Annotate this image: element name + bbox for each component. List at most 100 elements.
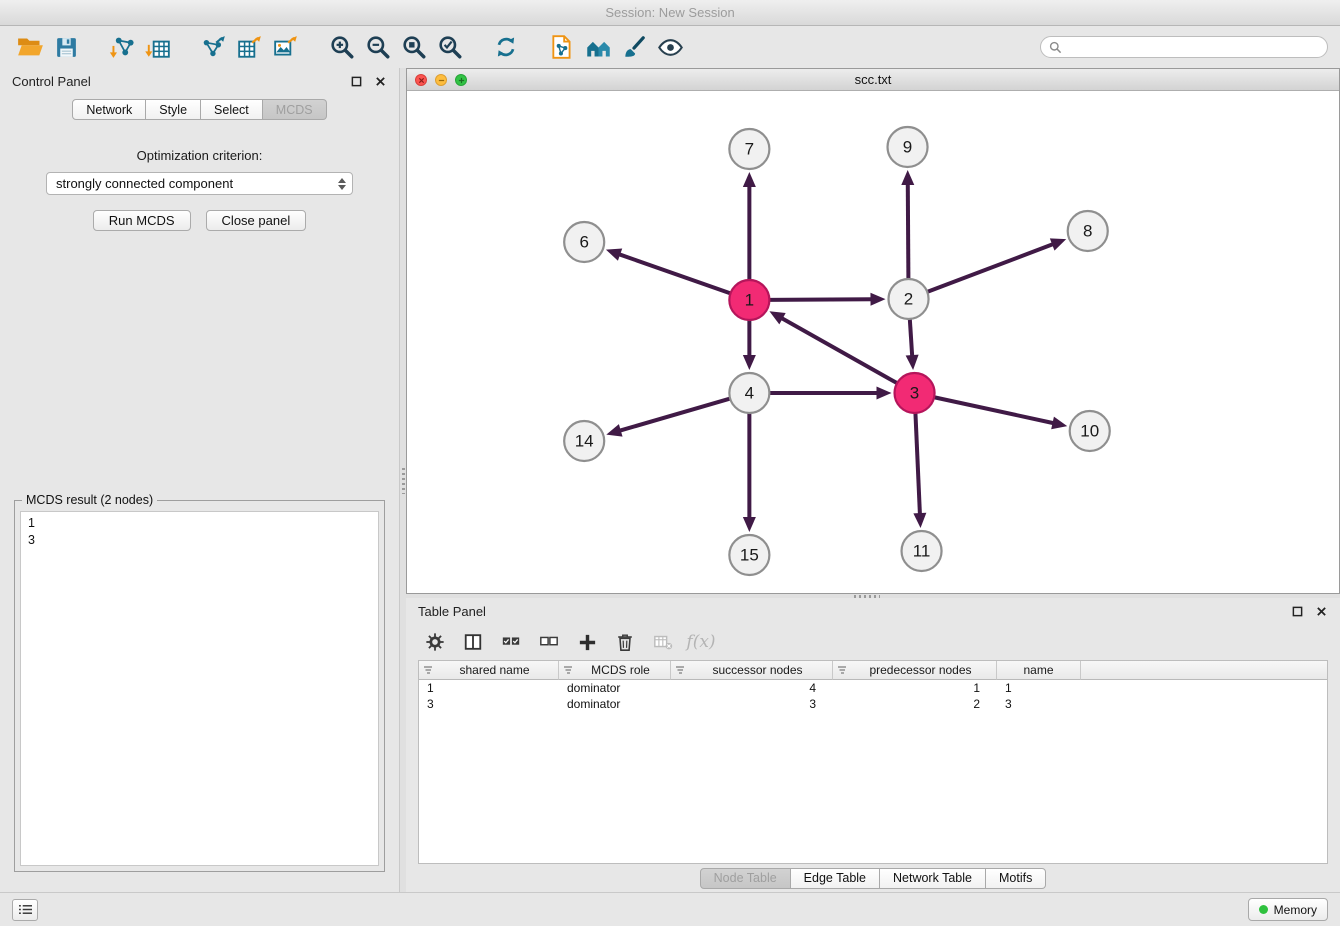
edge-arrowhead	[743, 355, 756, 370]
column-visibility-button[interactable]	[458, 627, 488, 657]
graph-node-14[interactable]: 14	[564, 421, 604, 461]
export-image-button[interactable]	[268, 29, 304, 65]
delete-table-button[interactable]	[648, 627, 678, 657]
close-window-button[interactable]	[415, 74, 427, 86]
node-label: 8	[1083, 222, 1092, 241]
graph-node-3[interactable]: 3	[895, 373, 935, 413]
graph-edge-1-2[interactable]	[769, 299, 872, 300]
refresh-view-button[interactable]	[488, 29, 524, 65]
tab-label: Node Table	[714, 871, 777, 885]
search-input[interactable]	[1067, 40, 1319, 54]
column-header-predecessor-nodes[interactable]: predecessor nodes	[833, 661, 997, 680]
mcds-panel-body: Optimization criterion: strongly connect…	[0, 122, 399, 892]
zoom-selected-button[interactable]	[432, 29, 468, 65]
deselect-all-button[interactable]	[534, 627, 564, 657]
open-session-button[interactable]	[12, 29, 48, 65]
import-table-button[interactable]	[140, 29, 176, 65]
graph-edge-3-10[interactable]	[934, 397, 1054, 423]
save-session-button[interactable]	[48, 29, 84, 65]
table-row[interactable]: 1 dominator 4 1 1	[419, 680, 1327, 696]
paintbrush-icon	[621, 34, 647, 60]
node-label: 14	[575, 432, 594, 451]
select-all-button[interactable]	[496, 627, 526, 657]
zoom-in-button[interactable]	[324, 29, 360, 65]
function-builder-button[interactable]: f(x)	[686, 627, 716, 657]
column-header-name[interactable]: name	[997, 661, 1081, 680]
graph-node-11[interactable]: 11	[902, 531, 942, 571]
first-neighbors-button[interactable]	[580, 29, 616, 65]
graph-edge-2-8[interactable]	[927, 244, 1054, 292]
plus-icon	[577, 632, 598, 653]
graph-edge-3-11[interactable]	[915, 413, 920, 515]
add-column-button[interactable]	[572, 627, 602, 657]
cell-name: 1	[997, 680, 1081, 696]
mcds-result-list[interactable]: 1 3	[20, 511, 379, 866]
task-history-button[interactable]	[12, 899, 38, 921]
show-hide-button[interactable]	[652, 29, 688, 65]
graph-edge-1-6[interactable]	[618, 254, 730, 293]
network-from-selection-button[interactable]	[544, 29, 580, 65]
import-network-button[interactable]	[104, 29, 140, 65]
close-panel-pushbutton[interactable]: Close panel	[206, 210, 307, 231]
column-header-shared-name[interactable]: shared name	[419, 661, 559, 680]
graph-node-10[interactable]: 10	[1070, 411, 1110, 451]
node-label: 2	[904, 290, 913, 309]
tab-node-table[interactable]: Node Table	[700, 868, 791, 889]
graph-node-7[interactable]: 7	[729, 129, 769, 169]
cell-mcds-role: dominator	[559, 680, 671, 696]
tab-network-table[interactable]: Network Table	[880, 868, 986, 889]
minimize-window-button[interactable]	[435, 74, 447, 86]
column-header-mcds-role[interactable]: MCDS role	[559, 661, 671, 680]
network-view-window: scc.txt 7968124314101511	[406, 68, 1340, 594]
search-icon	[1049, 41, 1062, 54]
close-table-panel-button[interactable]	[1314, 604, 1328, 618]
column-label: MCDS role	[591, 663, 650, 677]
mcds-result-groupbox: MCDS result (2 nodes) 1 3	[14, 500, 385, 872]
graph-node-6[interactable]: 6	[564, 222, 604, 262]
zoom-fit-button[interactable]	[396, 29, 432, 65]
float-panel-button[interactable]	[349, 74, 363, 88]
criterion-dropdown[interactable]: strongly connected component	[46, 172, 353, 195]
tab-mcds[interactable]: MCDS	[263, 99, 327, 120]
cell-successor-nodes: 4	[671, 680, 833, 696]
network-canvas[interactable]: 7 9 6 8 1 2 4 3 14 10 15 11	[407, 91, 1339, 593]
tab-style[interactable]: Style	[146, 99, 201, 120]
maximize-window-button[interactable]	[455, 74, 467, 86]
graph-node-4[interactable]: 4	[729, 373, 769, 413]
run-mcds-button[interactable]: Run MCDS	[93, 210, 191, 231]
export-network-button[interactable]	[196, 29, 232, 65]
tab-motifs[interactable]: Motifs	[986, 868, 1046, 889]
edge-arrowhead	[913, 513, 926, 528]
tab-edge-table[interactable]: Edge Table	[791, 868, 880, 889]
float-table-panel-button[interactable]	[1290, 604, 1304, 618]
memory-button[interactable]: Memory	[1248, 898, 1328, 921]
tab-label: MCDS	[276, 103, 313, 117]
apply-style-button[interactable]	[616, 29, 652, 65]
vertical-splitter[interactable]	[400, 68, 406, 892]
horizontal-splitter[interactable]	[406, 594, 1340, 598]
edge-arrowhead	[901, 170, 914, 185]
tab-select[interactable]: Select	[201, 99, 263, 120]
table-row[interactable]: 3 dominator 3 2 3	[419, 696, 1327, 712]
table-panel-title: Table Panel	[418, 604, 486, 619]
export-table-button[interactable]	[232, 29, 268, 65]
zoom-fit-icon	[401, 34, 427, 60]
tab-network[interactable]: Network	[72, 99, 146, 120]
trash-icon	[615, 632, 635, 652]
close-panel-button[interactable]	[373, 74, 387, 88]
memory-status-dot	[1259, 905, 1268, 914]
graph-edge-3-1[interactable]	[781, 318, 897, 384]
table-settings-button[interactable]	[420, 627, 450, 657]
cell-mcds-role: dominator	[559, 696, 671, 712]
graph-node-8[interactable]: 8	[1068, 211, 1108, 251]
graph-node-2[interactable]: 2	[889, 279, 929, 319]
graph-node-1[interactable]: 1	[729, 280, 769, 320]
graph-edge-2-9[interactable]	[908, 183, 909, 279]
column-header-successor-nodes[interactable]: successor nodes	[671, 661, 833, 680]
graph-node-15[interactable]: 15	[729, 535, 769, 575]
graph-edge-4-14[interactable]	[619, 399, 730, 431]
zoom-out-button[interactable]	[360, 29, 396, 65]
delete-column-button[interactable]	[610, 627, 640, 657]
graph-node-9[interactable]: 9	[888, 127, 928, 167]
graph-edge-2-3[interactable]	[910, 319, 912, 357]
